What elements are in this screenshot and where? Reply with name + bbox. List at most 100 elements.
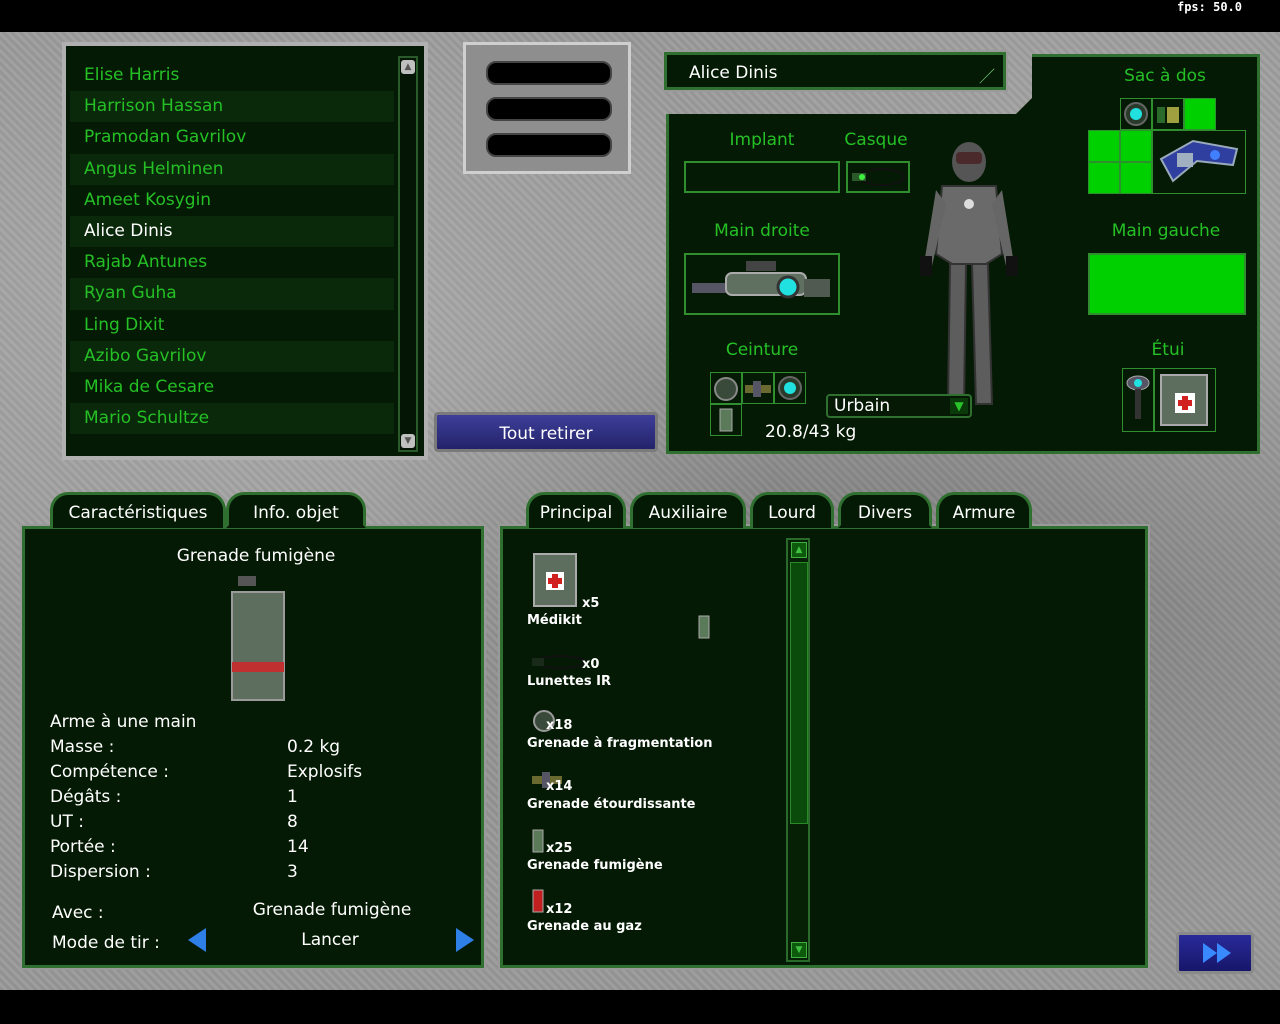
squad-slot-2[interactable] <box>486 97 612 121</box>
holster-cell[interactable] <box>1122 368 1154 432</box>
medikit-icon[interactable] <box>530 550 580 614</box>
left-hand-slot[interactable] <box>1088 253 1246 315</box>
soldier-list-item[interactable]: Elise Harris <box>70 60 394 91</box>
ammo-icon <box>1157 107 1179 123</box>
stat-label: Dégâts : <box>50 787 122 807</box>
soldier-name-field[interactable]: Alice Dinis ／ <box>662 50 1008 92</box>
bottom-bar <box>0 990 1280 1024</box>
squad-slot-3[interactable] <box>486 133 612 157</box>
belt-cell[interactable] <box>710 372 742 404</box>
smoke-grenade-drag-icon[interactable] <box>696 612 712 642</box>
fps-counter: fps: 50.0 <box>1176 0 1242 14</box>
item-type: Arme à une main <box>50 712 197 732</box>
edit-pencil-icon[interactable]: ／ <box>979 63 995 87</box>
stat-value: 14 <box>287 837 309 857</box>
continue-button[interactable] <box>1176 932 1254 974</box>
stat-label: UT : <box>50 812 84 832</box>
inventory-scrollbar[interactable]: ▲ ▼ <box>786 538 810 962</box>
with-value: Grenade fumigène <box>252 900 412 920</box>
tab-inventory-2[interactable]: Lourd <box>750 492 834 528</box>
scroll-up-icon[interactable]: ▲ <box>401 60 415 74</box>
stun-grenade-icon <box>745 381 771 397</box>
backpack-cell[interactable] <box>1120 130 1152 162</box>
soldier-list-item[interactable]: Ryan Guha <box>70 278 394 310</box>
rifle-icon <box>692 261 830 299</box>
soldier-list-item[interactable]: Ameet Kosygin <box>70 185 394 216</box>
stat-value: 3 <box>287 862 298 882</box>
with-label: Avec : <box>52 903 104 923</box>
backpack-cell[interactable] <box>1152 98 1184 130</box>
chevron-down-icon[interactable]: ▼ <box>950 398 968 414</box>
tab-inventory-4[interactable]: Armure <box>936 492 1032 528</box>
ir-goggles-icon <box>852 168 905 186</box>
soldier-list-item[interactable]: Mario Schultze <box>70 403 394 435</box>
fire-mode-label: Mode de tir : <box>52 933 160 953</box>
belt-cell[interactable] <box>742 372 774 404</box>
squad-slot-1[interactable] <box>486 61 612 85</box>
belt-cell[interactable] <box>774 372 806 404</box>
fire-mode-value: Lancer <box>301 930 359 950</box>
right-hand-slot[interactable] <box>684 253 840 315</box>
item-name: Lunettes IR <box>527 674 611 689</box>
fast-forward-icon <box>1203 943 1231 963</box>
pistol-icon <box>1126 375 1150 419</box>
stat-label: Compétence : <box>50 762 169 782</box>
soldier-list-item[interactable]: Azibo Gavrilov <box>70 340 394 372</box>
item-name: Grenade au gaz <box>527 919 642 934</box>
soldier-list-item[interactable]: Alice Dinis <box>70 215 394 248</box>
weight-readout: 20.8/43 kg <box>765 422 857 442</box>
scroll-down-icon[interactable]: ▼ <box>401 434 415 448</box>
backpack-cell[interactable] <box>1088 162 1120 194</box>
soldier-list-item[interactable]: Ling Dixit <box>70 310 394 341</box>
fire-mode-next-icon[interactable] <box>456 928 474 952</box>
soldier-list-item[interactable]: Rajab Antunes <box>70 247 394 278</box>
stat-label: Masse : <box>50 737 115 757</box>
backpack-cell[interactable] <box>1120 162 1152 194</box>
helmet-label: Casque <box>844 130 908 150</box>
tab-inventory-1[interactable]: Auxiliaire <box>630 492 746 528</box>
scroll-thumb[interactable] <box>790 562 808 824</box>
right-hand-label: Main droite <box>714 221 810 241</box>
backpack-cell[interactable] <box>1088 130 1120 162</box>
backpack-cell[interactable] <box>1184 98 1216 130</box>
soldier-figure <box>920 142 1018 405</box>
scroll-up-icon[interactable]: ▲ <box>791 542 807 558</box>
plasma-rifle-icon <box>1159 139 1239 183</box>
stat-label: Dispersion : <box>50 862 151 882</box>
implant-slot[interactable] <box>684 161 840 193</box>
smoke-grenade-icon[interactable] <box>530 826 546 858</box>
item-count: x14 <box>546 779 573 794</box>
gas-grenade-icon[interactable] <box>530 886 546 918</box>
helmet-slot[interactable] <box>846 161 910 193</box>
backpack-cell[interactable] <box>1120 98 1152 130</box>
holster-cell[interactable] <box>1154 368 1216 432</box>
tab-inventory-3[interactable]: Divers <box>838 492 932 528</box>
soldier-list: Elise Harris Harrison Hassan Pramodan Gavr… <box>62 42 428 460</box>
scroll-down-icon[interactable]: ▼ <box>791 942 807 958</box>
stat-value: 0.2 kg <box>287 737 341 757</box>
item-name: Médikit <box>527 613 582 628</box>
smoke-grenade-icon <box>719 408 733 432</box>
item-count: x5 <box>582 596 600 611</box>
grenade-icon <box>1124 102 1148 126</box>
backpack-weapon-cell[interactable] <box>1152 130 1246 194</box>
item-count: x0 <box>582 657 600 672</box>
soldier-list-item[interactable]: Mika de Cesare <box>70 372 394 403</box>
tab-item-info[interactable]: Info. objet <box>226 492 366 528</box>
item-name: Grenade fumigène <box>527 858 663 873</box>
soldier-list-scrollbar[interactable]: ▲ ▼ <box>398 56 418 452</box>
remove-all-button[interactable]: Tout retirer <box>434 412 658 452</box>
item-count: x25 <box>546 841 573 856</box>
soldier-list-item[interactable]: Angus Helminen <box>70 153 394 185</box>
soldier-list-item[interactable]: Harrison Hassan <box>70 91 394 123</box>
tab-inventory-0[interactable]: Principal <box>526 492 626 528</box>
smoke-grenade-large-icon <box>231 576 285 701</box>
ir-goggles-icon[interactable] <box>530 652 586 676</box>
top-bar: fps: 50.0 <box>0 0 1280 32</box>
holster-label: Étui <box>1151 340 1185 360</box>
fire-mode-prev-icon[interactable] <box>188 928 206 952</box>
camo-dropdown[interactable]: Urbain ▼ <box>826 394 972 418</box>
belt-cell[interactable] <box>710 404 742 436</box>
tab-characteristics[interactable]: Caractéristiques <box>50 492 226 528</box>
soldier-list-item[interactable]: Pramodan Gavrilov <box>70 122 394 153</box>
